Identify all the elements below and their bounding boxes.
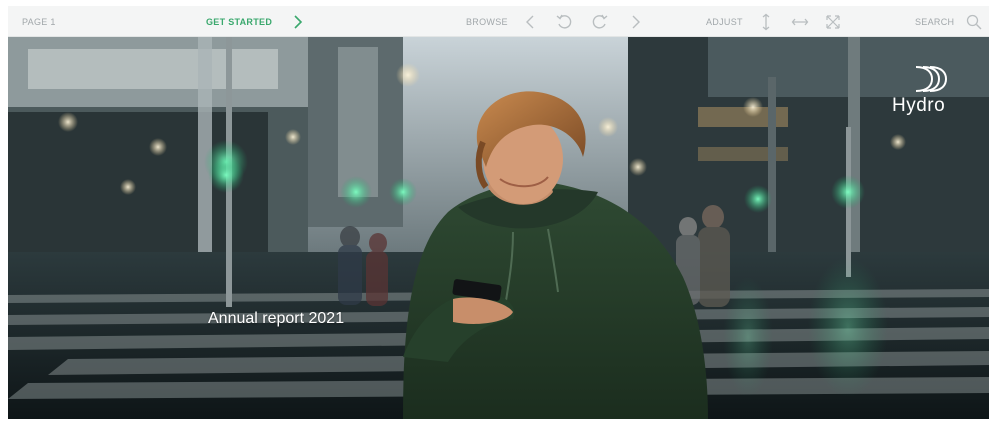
cover-photo [8,37,989,419]
page-indicator: PAGE 1 [22,17,56,27]
fit-width-icon[interactable] [790,12,810,32]
browse-label: BROWSE [466,17,508,27]
document-viewer: PAGE 1 GET STARTED BROWSE ADJUST SEARCH [8,6,989,419]
undo-icon[interactable] [554,12,574,32]
fit-height-icon[interactable] [756,12,776,32]
brand-name: Hydro [892,95,946,116]
search-icon[interactable] [964,12,984,32]
chevron-left-icon[interactable] [520,12,540,32]
hydro-logo: Hydro [888,65,978,125]
cover-page: Annual report 2021 Hydro [8,37,989,419]
chevron-right-icon[interactable] [288,12,308,32]
search-label[interactable]: SEARCH [915,17,954,27]
report-title: Annual report 2021 [208,310,345,327]
adjust-label: ADJUST [706,17,743,27]
redo-icon[interactable] [590,12,610,32]
chevron-right-icon[interactable] [626,12,646,32]
expand-icon[interactable] [823,12,843,32]
get-started-button[interactable]: GET STARTED [206,17,272,27]
hydro-logo-mark-icon [915,66,948,92]
viewer-toolbar: PAGE 1 GET STARTED BROWSE ADJUST SEARCH [8,6,989,37]
